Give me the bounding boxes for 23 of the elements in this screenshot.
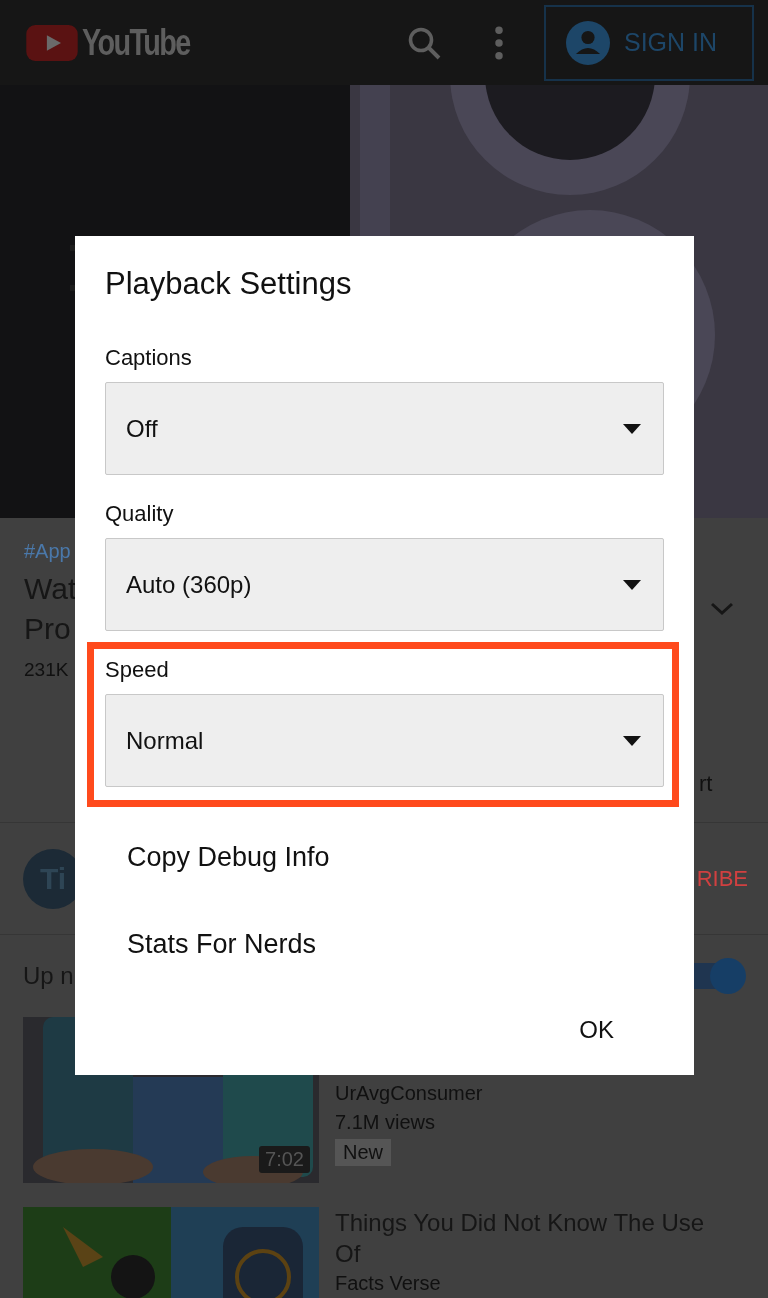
setting-label: Captions (105, 346, 193, 370)
menu-item[interactable]: Stats For Nerds (127, 901, 317, 988)
caret-icon (623, 735, 641, 746)
setting-label: Speed (105, 658, 170, 682)
new-badge: New (335, 1139, 391, 1166)
ok-button[interactable]: OK (559, 1006, 664, 1054)
expand-icon[interactable] (710, 602, 734, 616)
logo-text: YouTube (82, 21, 190, 64)
dropdown[interactable]: Off (105, 382, 664, 475)
caret-icon (623, 579, 641, 590)
account-icon (566, 20, 610, 65)
menu-item[interactable]: Copy Debug Info (127, 814, 330, 901)
caret-icon (623, 423, 641, 434)
dropdown[interactable]: Auto (360p) (105, 538, 664, 631)
dropdown[interactable]: Normal (105, 694, 664, 787)
setting-label: Quality (105, 502, 175, 526)
dialog-title: Playback Settings (105, 266, 353, 302)
dropdown-value: Normal (126, 726, 204, 755)
dropdown-value: Off (126, 414, 158, 443)
duration-badge: 7:02 (259, 1146, 310, 1173)
dropdown-value: Auto (360p) (126, 570, 252, 599)
play-logo-icon (26, 24, 78, 61)
more-icon[interactable] (494, 25, 504, 60)
